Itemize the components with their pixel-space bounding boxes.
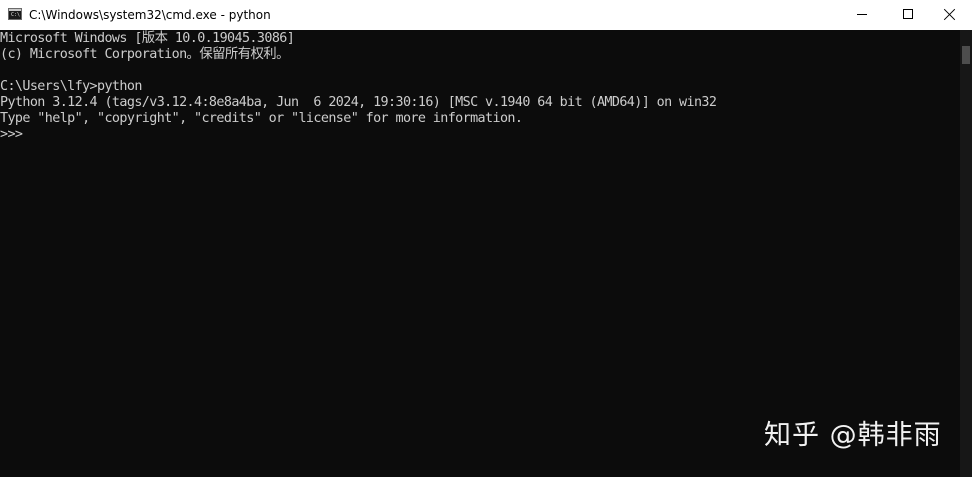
console-line: Python 3.12.4 (tags/v3.12.4:8e8a4ba, Jun… — [0, 95, 717, 110]
cmd-console-icon[interactable]: C:\ — [8, 8, 22, 20]
scrollbar-thumb[interactable] — [962, 46, 970, 64]
console-line: C:\Users\lfy>python — [0, 79, 142, 94]
close-icon — [943, 8, 956, 21]
close-button[interactable] — [926, 0, 972, 30]
python-prompt[interactable]: >>> — [0, 127, 30, 143]
cmd-icon-label: C:\ — [11, 12, 21, 18]
console-line: Type "help", "copyright", "credits" or "… — [0, 111, 523, 126]
console-line: (c) Microsoft Corporation。保留所有权利。 — [0, 47, 289, 62]
console-output[interactable]: Microsoft Windows [版本 10.0.19045.3086] (… — [0, 30, 960, 477]
maximize-button[interactable] — [885, 0, 931, 30]
minimize-icon — [857, 14, 867, 15]
console-line: Microsoft Windows [版本 10.0.19045.3086] — [0, 31, 295, 46]
maximize-icon — [903, 9, 913, 19]
vertical-scrollbar[interactable] — [960, 30, 972, 477]
minimize-button[interactable] — [839, 0, 885, 30]
window-title: C:\Windows\system32\cmd.exe - python — [29, 8, 271, 22]
cmd-window: C:\ C:\Windows\system32\cmd.exe - python… — [0, 0, 972, 477]
title-bar[interactable]: C:\ C:\Windows\system32\cmd.exe - python — [0, 0, 972, 30]
watermark: 知乎 @韩非雨 — [764, 420, 942, 451]
